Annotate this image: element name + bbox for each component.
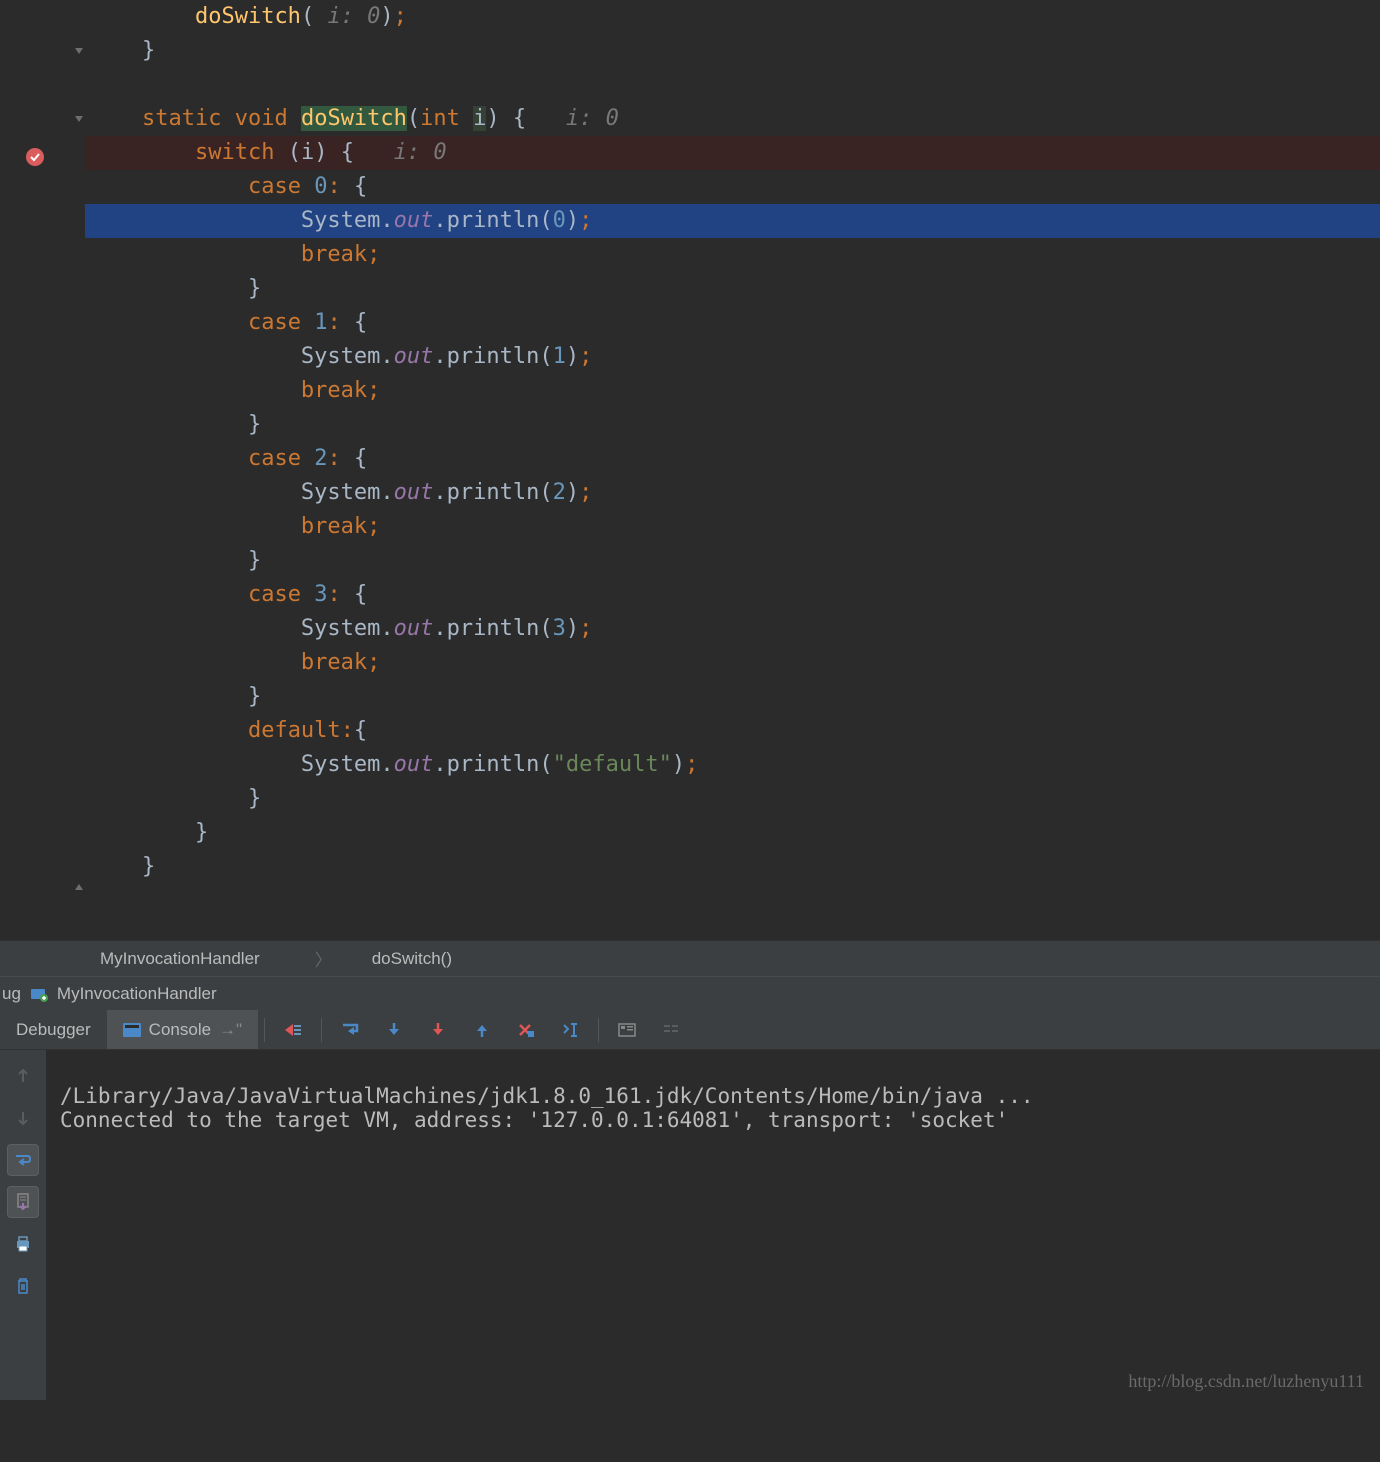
- kw-break: break: [301, 514, 367, 539]
- tab-label: Debugger: [16, 1020, 91, 1040]
- kw-static: static: [142, 106, 221, 131]
- evaluate-expression-button[interactable]: [609, 1012, 645, 1048]
- force-step-into-button[interactable]: [420, 1012, 456, 1048]
- show-execution-point-button[interactable]: [275, 1012, 311, 1048]
- kw-case: case: [248, 174, 301, 199]
- method-decl: doSwitch: [301, 106, 407, 131]
- step-into-button[interactable]: [376, 1012, 412, 1048]
- kw-void: void: [235, 106, 288, 131]
- kw-break: break: [301, 242, 367, 267]
- param-name: i: [473, 106, 486, 131]
- debug-toolbar: Debugger Console →": [0, 1010, 1380, 1050]
- drop-frame-button[interactable]: [508, 1012, 544, 1048]
- fold-end-icon[interactable]: [72, 880, 86, 894]
- breadcrumb[interactable]: MyInvocationHandler 〉 doSwitch(): [0, 940, 1380, 976]
- case-val: 2: [314, 446, 327, 471]
- inline-hint: i: 0: [327, 4, 380, 29]
- case-val: 0: [314, 174, 327, 199]
- console-icon: [123, 1023, 141, 1037]
- literal: 3: [553, 616, 566, 641]
- fold-end-icon[interactable]: [72, 44, 86, 58]
- field-ref: out: [394, 752, 434, 777]
- field-ref: out: [394, 208, 434, 233]
- kw-default: default: [248, 718, 341, 743]
- method-ref: println: [447, 480, 540, 505]
- scroll-down-button[interactable]: [7, 1102, 39, 1134]
- console-output[interactable]: /Library/Java/JavaVirtualMachines/jdk1.8…: [46, 1050, 1380, 1400]
- run-config-icon: [29, 987, 49, 1001]
- method-call: doSwitch: [195, 4, 301, 29]
- run-to-cursor-button[interactable]: [552, 1012, 588, 1048]
- tab-console[interactable]: Console →": [107, 1010, 258, 1049]
- debug-run-header: ug MyInvocationHandler: [0, 976, 1380, 1010]
- kw-break: break: [301, 650, 367, 675]
- chevron-right-icon: 〉: [315, 946, 332, 971]
- case-val: 3: [314, 582, 327, 607]
- pin-icon[interactable]: →": [219, 1020, 242, 1040]
- inline-hint: i: 0: [566, 106, 619, 131]
- method-ref: println: [447, 752, 540, 777]
- run-config-name[interactable]: MyInvocationHandler: [57, 984, 217, 1004]
- debug-label-fragment: ug: [2, 984, 21, 1004]
- inline-hint: i: 0: [394, 140, 447, 165]
- kw-case: case: [248, 446, 301, 471]
- literal: 2: [553, 480, 566, 505]
- fold-start-icon[interactable]: [72, 112, 86, 126]
- breakpoint-icon[interactable]: [24, 146, 46, 173]
- step-out-button[interactable]: [464, 1012, 500, 1048]
- scroll-up-button[interactable]: [7, 1060, 39, 1092]
- code-editor[interactable]: doSwitch( i: 0); } static void doSwitch(…: [0, 0, 1380, 940]
- console-line: /Library/Java/JavaVirtualMachines/jdk1.8…: [60, 1084, 1034, 1108]
- literal: 1: [553, 344, 566, 369]
- method-ref: println: [447, 344, 540, 369]
- tab-label: Console: [149, 1020, 211, 1040]
- case-val: 1: [314, 310, 327, 335]
- method-ref: println: [447, 208, 540, 233]
- trace-button[interactable]: [653, 1012, 689, 1048]
- class-ref: System: [301, 208, 380, 233]
- field-ref: out: [394, 480, 434, 505]
- console-line: Connected to the target VM, address: '12…: [60, 1108, 1008, 1132]
- kw-switch: switch: [195, 140, 274, 165]
- field-ref: out: [394, 616, 434, 641]
- console-side-toolbar: [0, 1050, 46, 1400]
- kw-case: case: [248, 582, 301, 607]
- print-button[interactable]: [7, 1228, 39, 1260]
- switch-var: i: [301, 140, 314, 165]
- kw-break: break: [301, 378, 367, 403]
- editor-gutter: [0, 0, 85, 940]
- class-ref: System: [301, 616, 380, 641]
- kw-case: case: [248, 310, 301, 335]
- code-content[interactable]: doSwitch( i: 0); } static void doSwitch(…: [85, 0, 1380, 940]
- method-ref: println: [447, 616, 540, 641]
- soft-wrap-button[interactable]: [7, 1144, 39, 1176]
- console-panel: /Library/Java/JavaVirtualMachines/jdk1.8…: [0, 1050, 1380, 1400]
- tab-debugger[interactable]: Debugger: [0, 1010, 107, 1049]
- literal: 0: [553, 208, 566, 233]
- field-ref: out: [394, 344, 434, 369]
- step-over-button[interactable]: [332, 1012, 368, 1048]
- class-ref: System: [301, 752, 380, 777]
- clear-all-button[interactable]: [7, 1270, 39, 1302]
- class-ref: System: [301, 480, 380, 505]
- breadcrumb-class[interactable]: MyInvocationHandler: [100, 949, 260, 969]
- string-literal: "default": [553, 752, 672, 777]
- kw-int: int: [420, 106, 460, 131]
- scroll-to-end-button[interactable]: [7, 1186, 39, 1218]
- class-ref: System: [301, 344, 380, 369]
- breadcrumb-method[interactable]: doSwitch(): [372, 949, 452, 969]
- watermark-text: http://blog.csdn.net/luzhenyu111: [1128, 1371, 1364, 1392]
